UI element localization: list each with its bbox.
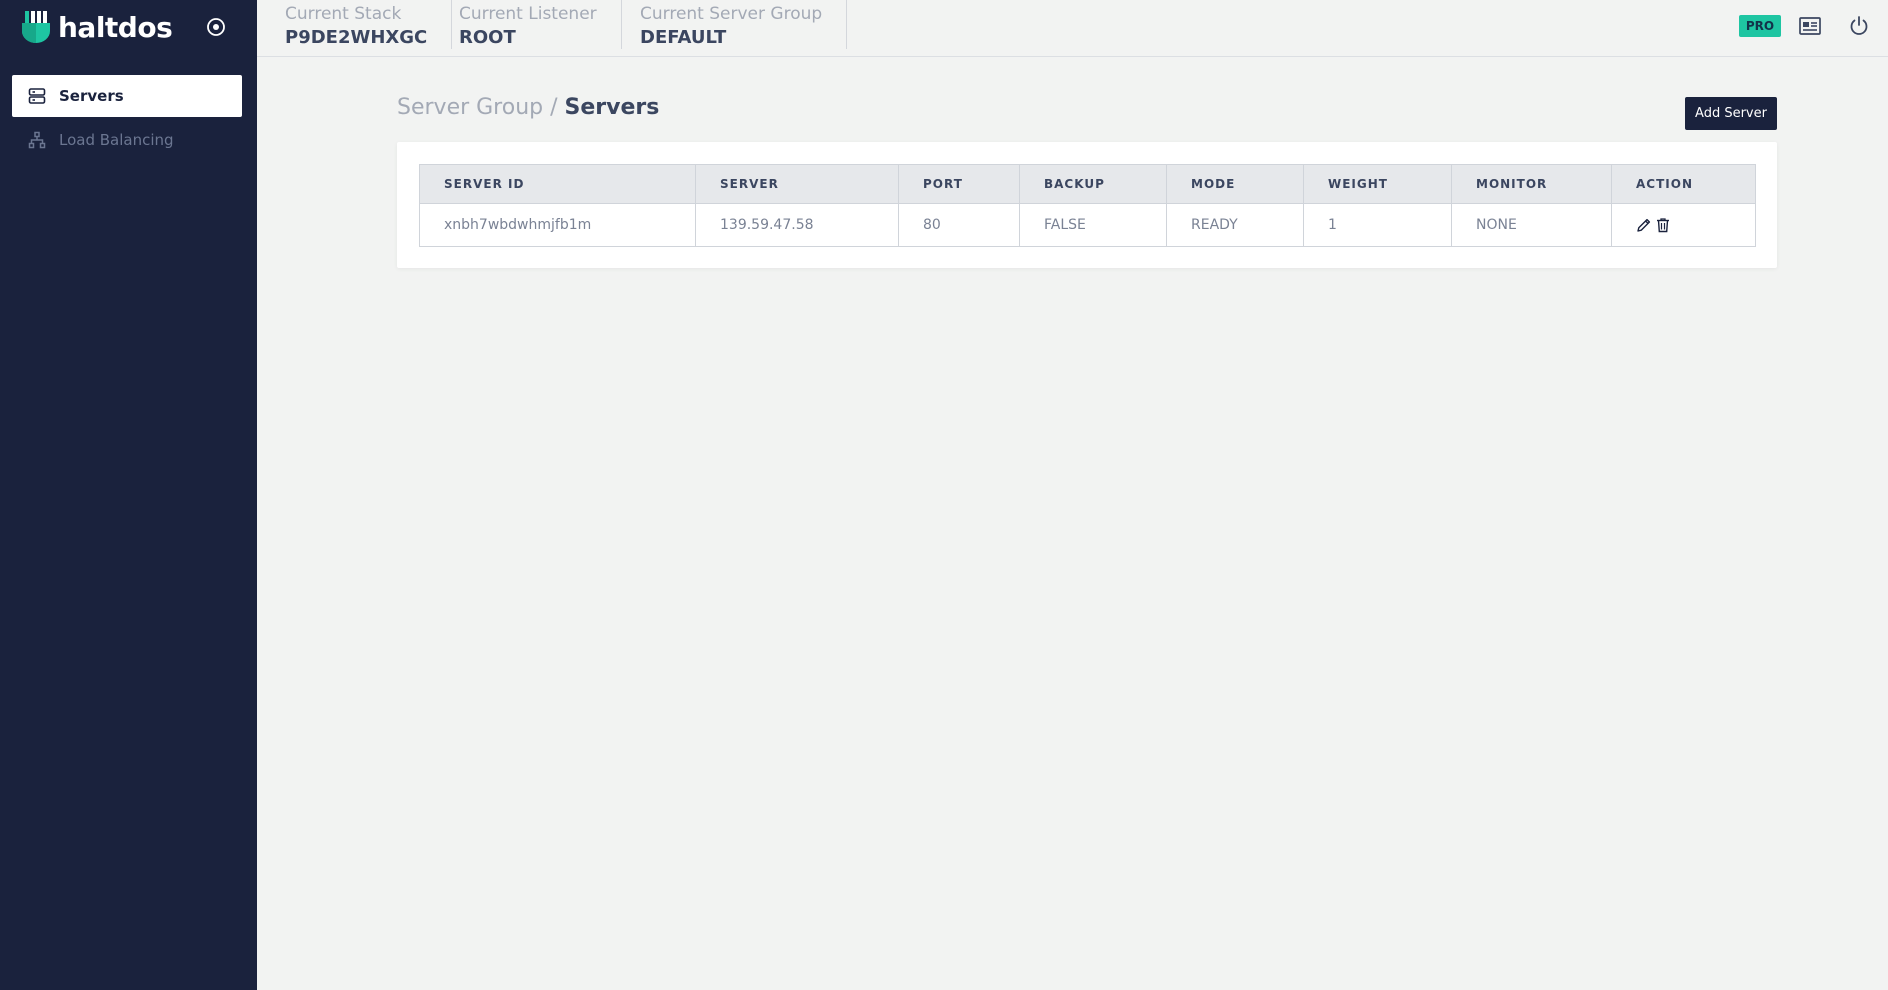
column-header-port[interactable]: PORT [898, 164, 1020, 204]
pro-badge: PRO [1739, 15, 1781, 37]
column-header-weight[interactable]: WEIGHT [1303, 164, 1452, 204]
current-stack-label: Current Stack [285, 4, 402, 24]
edit-icon[interactable] [1636, 217, 1652, 233]
sidebar-item-label: Servers [59, 87, 124, 105]
cell-server: 139.59.47.58 [695, 203, 899, 247]
servers-table: SERVER ID SERVER PORT BACKUP MODE WEIGHT… [419, 164, 1756, 247]
sidebar-item-load-balancing[interactable]: Load Balancing [12, 119, 242, 161]
cell-server-id: xnbh7wbdwhmjfb1m [419, 203, 696, 247]
cell-mode: READY [1166, 203, 1304, 247]
column-header-server[interactable]: SERVER [695, 164, 899, 204]
breadcrumb: Server Group / Servers [397, 95, 659, 120]
haltdos-logo-icon [22, 11, 50, 43]
cell-port: 80 [898, 203, 1020, 247]
column-header-server-id[interactable]: SERVER ID [419, 164, 696, 204]
current-stack-selector[interactable]: Current Stack P9DE2WHXGC [257, 0, 453, 49]
current-listener-selector[interactable]: Current Listener ROOT [431, 0, 622, 49]
cell-monitor: NONE [1451, 203, 1612, 247]
trash-icon[interactable] [1655, 217, 1671, 233]
cell-backup: FALSE [1019, 203, 1167, 247]
table-row: xnbh7wbdwhmjfb1m 139.59.47.58 80 FALSE R… [419, 203, 1756, 247]
current-stack-value: P9DE2WHXGC [285, 27, 428, 48]
current-server-group-selector[interactable]: Current Server Group DEFAULT [612, 0, 848, 49]
target-icon[interactable] [206, 17, 226, 37]
server-icon [28, 87, 46, 105]
current-listener-label: Current Listener [459, 4, 597, 24]
sidebar-nav: Servers Load Balancing [12, 75, 242, 163]
table-header-row: SERVER ID SERVER PORT BACKUP MODE WEIGHT… [419, 164, 1756, 204]
sidebar: haltdos Servers Load Balancing [0, 0, 257, 990]
top-header: Current Stack P9DE2WHXGC Current Listene… [257, 0, 1888, 57]
brand[interactable]: haltdos [22, 10, 173, 44]
cell-action [1611, 203, 1756, 247]
current-listener-value: ROOT [459, 27, 516, 48]
column-header-monitor[interactable]: MONITOR [1451, 164, 1612, 204]
servers-card: SERVER ID SERVER PORT BACKUP MODE WEIGHT… [397, 142, 1777, 268]
current-server-group-label: Current Server Group [640, 4, 823, 24]
brand-name: haltdos [58, 10, 173, 44]
page-title: Servers [564, 95, 660, 120]
breadcrumb-parent[interactable]: Server Group [397, 95, 543, 120]
breadcrumb-separator: / [543, 95, 565, 120]
cell-weight: 1 [1303, 203, 1452, 247]
news-icon[interactable] [1798, 14, 1822, 38]
sidebar-item-label: Load Balancing [59, 131, 174, 149]
column-header-backup[interactable]: BACKUP [1019, 164, 1167, 204]
add-server-button[interactable]: Add Server [1685, 97, 1777, 130]
current-server-group-value: DEFAULT [640, 27, 727, 48]
sidebar-item-servers[interactable]: Servers [12, 75, 242, 117]
column-header-action: ACTION [1611, 164, 1756, 204]
column-header-mode[interactable]: MODE [1166, 164, 1304, 204]
power-icon[interactable] [1847, 14, 1871, 38]
sitemap-icon [28, 131, 46, 149]
